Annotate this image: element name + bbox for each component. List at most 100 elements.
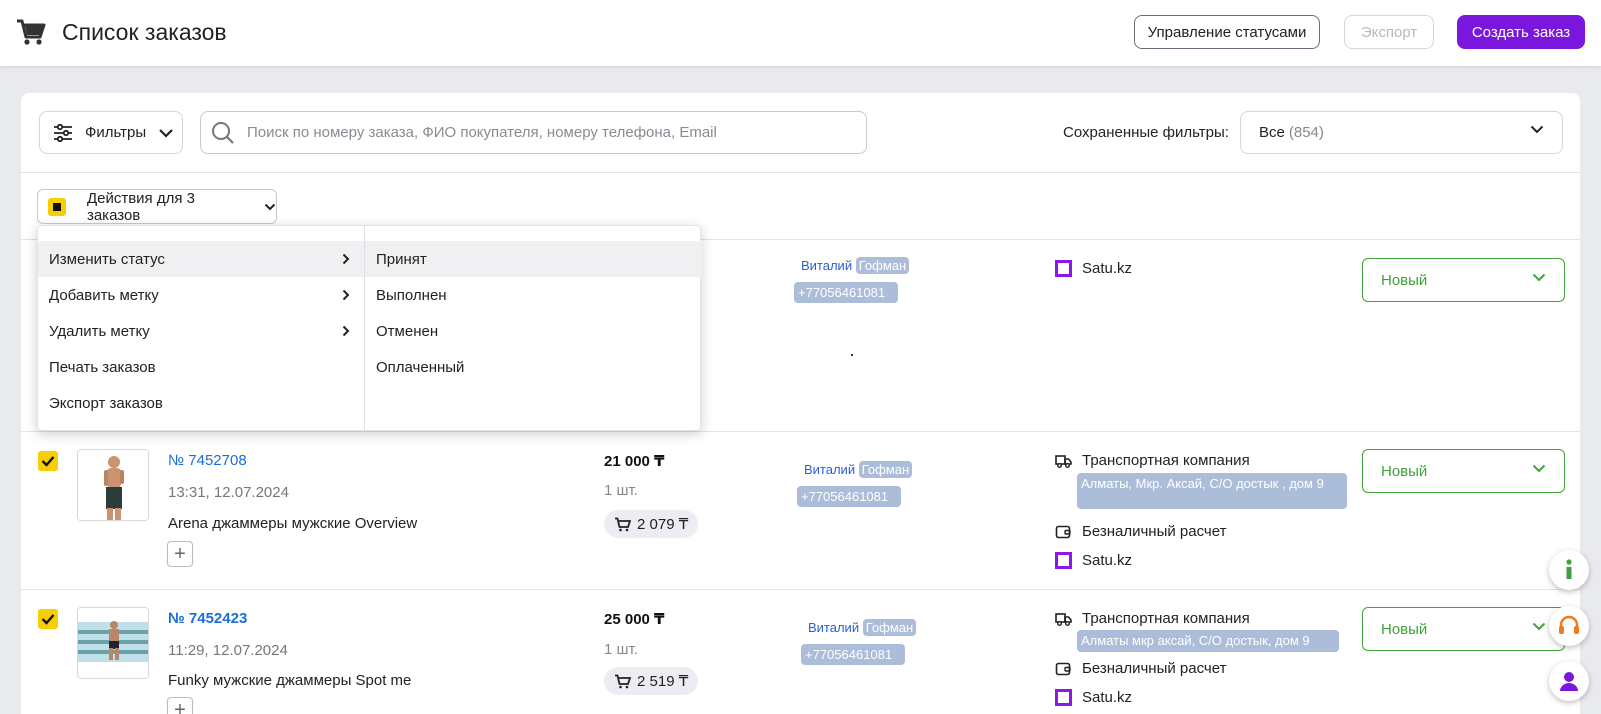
order-number-link[interactable]: № 7452708	[168, 452, 247, 469]
status-select[interactable]: Новый	[1362, 449, 1565, 493]
delivery-label: Транспортная компания	[1082, 610, 1250, 627]
payment-label: Безналичный расчет	[1082, 660, 1227, 677]
divider	[21, 172, 1580, 173]
search-box[interactable]	[200, 111, 867, 154]
headset-icon	[1559, 615, 1579, 634]
menu-item-print-orders[interactable]: Печать заказов	[38, 349, 364, 385]
chevron-right-icon	[342, 325, 350, 337]
payment-line: Безналичный расчет	[1055, 523, 1226, 540]
menu-item-label: Добавить метку	[49, 286, 159, 304]
cart-icon	[615, 674, 631, 688]
truck-icon	[1055, 613, 1072, 626]
customer-name: Виталий Гофман	[804, 461, 913, 478]
source-line: Satu.kz	[1055, 260, 1132, 277]
cart-amount-pill: 2 079 ₸	[604, 510, 699, 538]
dot	[851, 354, 853, 356]
search-icon	[212, 121, 234, 144]
delivery-line: Транспортная компания	[1055, 610, 1250, 627]
cart-icon	[17, 19, 46, 45]
menu-item-label: Удалить метку	[49, 322, 150, 340]
row-checkbox[interactable]	[38, 451, 58, 471]
payment-line: Безналичный расчет	[1055, 660, 1226, 677]
status-option-cancelled[interactable]: Отменен	[365, 313, 702, 349]
status-value: Новый	[1381, 462, 1428, 480]
truck-icon	[1055, 455, 1072, 468]
marketplace-icon	[1055, 260, 1072, 277]
chevron-down-icon	[1532, 273, 1546, 282]
select-all-checkbox[interactable]	[48, 197, 66, 216]
source-label: Satu.kz	[1082, 552, 1133, 569]
row-checkbox[interactable]	[38, 609, 58, 629]
payment-label: Безналичный расчет	[1082, 523, 1227, 540]
bulk-actions-button[interactable]: Действия для 3 заказов	[37, 189, 277, 224]
product-name[interactable]: Arena джаммеры мужские Overview	[168, 515, 417, 532]
page-title: Список заказов	[62, 19, 227, 45]
chevron-down-icon	[1532, 464, 1546, 473]
source-line: Satu.kz	[1055, 689, 1132, 706]
chevron-down-icon	[264, 203, 276, 210]
filters-button[interactable]: Фильтры	[39, 111, 183, 154]
menu-item-change-status[interactable]: Изменить статус	[38, 241, 364, 277]
create-order-button[interactable]: Создать заказ	[1457, 15, 1585, 49]
menu-item-label: Изменить статус	[49, 250, 165, 268]
delivery-address: Алматы мкр аксай, С/О достык, дом 9	[1077, 630, 1339, 652]
plus-icon: +	[174, 542, 186, 565]
status-select[interactable]: Новый	[1362, 258, 1565, 302]
order-price: 25 000 ₸	[604, 611, 665, 628]
chevron-right-icon	[342, 253, 350, 265]
cart-amount: 2 079 ₸	[637, 516, 689, 533]
product-thumbnail[interactable]	[77, 607, 149, 679]
chevron-down-icon	[1530, 125, 1544, 134]
actions-list: Изменить статус Добавить метку Удалить м…	[38, 226, 365, 430]
top-bar: Список заказов Управление статусами Эксп…	[0, 0, 1601, 66]
filter-sliders-icon	[54, 123, 72, 142]
status-option-accepted[interactable]: Принят	[365, 241, 702, 277]
customer-phone: +77056461081	[801, 644, 905, 665]
source-label: Satu.kz	[1082, 689, 1133, 706]
menu-item-export-orders[interactable]: Экспорт заказов	[38, 385, 364, 421]
delivery-address: Алматы, Мкр. Аксай, С/О достык , дом 9	[1077, 473, 1347, 509]
order-number-link[interactable]: № 7452423	[168, 610, 247, 627]
wallet-icon	[1055, 662, 1071, 676]
customer-name: Виталий Гофман	[808, 619, 917, 636]
support-fab[interactable]	[1549, 606, 1589, 646]
add-tag-button[interactable]: +	[167, 697, 193, 714]
marketplace-icon	[1055, 689, 1072, 706]
order-price: 21 000 ₸	[604, 453, 665, 470]
order-quantity: 1 шт.	[604, 482, 638, 499]
add-tag-button[interactable]: +	[167, 541, 193, 567]
menu-item-add-tag[interactable]: Добавить метку	[38, 277, 364, 313]
status-option-paid[interactable]: Оплаченный	[365, 349, 702, 385]
search-input[interactable]	[247, 124, 837, 141]
divider	[21, 589, 1580, 590]
marketplace-icon	[1055, 552, 1072, 569]
menu-item-remove-tag[interactable]: Удалить метку	[38, 313, 364, 349]
cart-amount: 2 519 ₸	[637, 673, 689, 690]
status-value: Новый	[1381, 271, 1428, 289]
product-name[interactable]: Funky мужские джаммеры Spot me	[168, 672, 411, 689]
saved-filters-value: Все	[1259, 124, 1285, 141]
menu-item-label: Экспорт заказов	[49, 394, 163, 412]
cart-icon	[615, 517, 631, 531]
bulk-actions-menu: Изменить статус Добавить метку Удалить м…	[37, 225, 702, 431]
delivery-label: Транспортная компания	[1082, 452, 1250, 469]
product-thumbnail[interactable]	[77, 449, 149, 521]
chevron-down-icon	[1532, 622, 1546, 631]
status-value: Новый	[1381, 620, 1428, 638]
status-select[interactable]: Новый	[1362, 607, 1565, 651]
customer-phone: +77056461081	[797, 486, 901, 507]
order-quantity: 1 шт.	[604, 641, 638, 658]
saved-filters-count: (854)	[1288, 124, 1324, 141]
saved-filters-select[interactable]: Все (854)	[1240, 111, 1563, 154]
account-fab[interactable]	[1549, 661, 1589, 701]
chevron-down-icon	[159, 128, 173, 138]
manage-statuses-button[interactable]: Управление статусами	[1134, 15, 1320, 49]
menu-item-label: Печать заказов	[49, 358, 156, 376]
status-option-completed[interactable]: Выполнен	[365, 277, 702, 313]
info-fab[interactable]	[1549, 550, 1589, 590]
order-datetime: 13:31, 12.07.2024	[168, 484, 289, 501]
source-label: Satu.kz	[1082, 260, 1133, 277]
cart-amount-pill: 2 519 ₸	[604, 667, 699, 695]
export-button[interactable]: Экспорт	[1344, 15, 1434, 49]
divider	[21, 431, 1580, 432]
